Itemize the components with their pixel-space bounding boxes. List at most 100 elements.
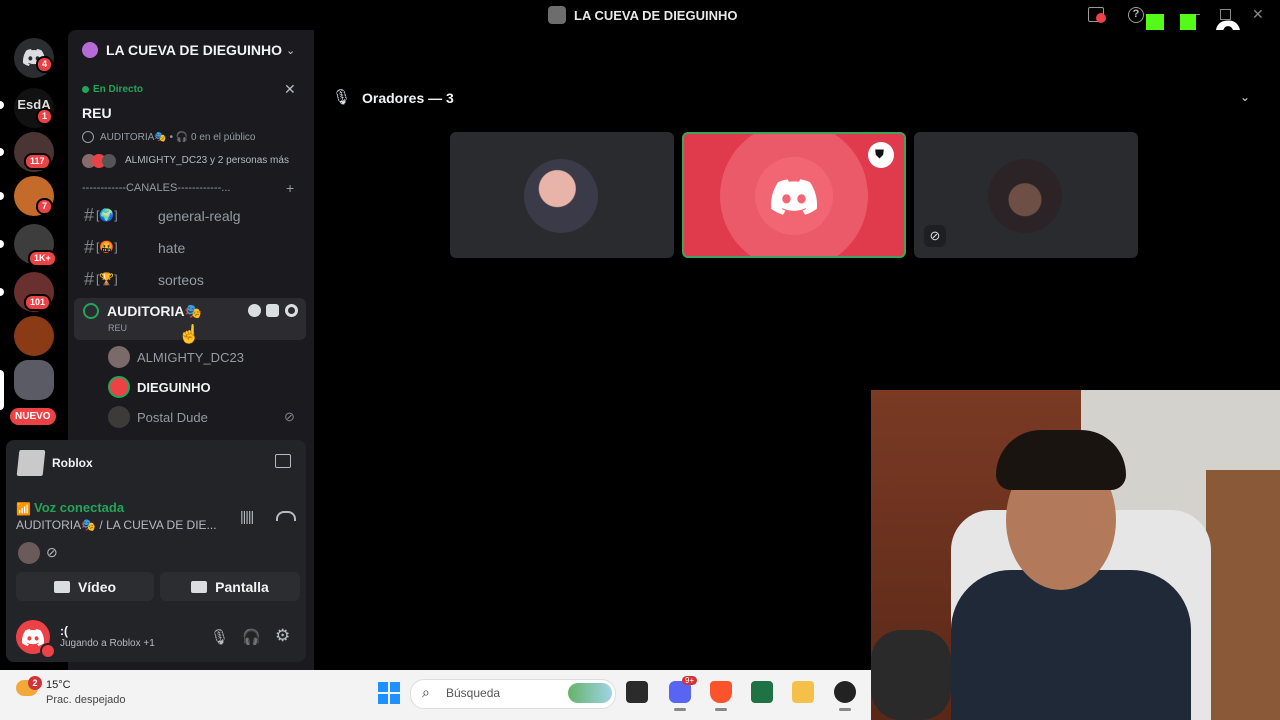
channel-emoji: [🌍]: [96, 208, 118, 222]
search-placeholder: Búsqueda: [446, 686, 501, 700]
speakers-header: Oradores — 3: [362, 90, 454, 106]
screen-share-button[interactable]: Pantalla: [160, 572, 300, 601]
member-name: DIEGUINHO: [137, 380, 211, 395]
live-label: En Directo: [93, 84, 144, 95]
channel-hate[interactable]: # [🤬] hate: [74, 234, 308, 262]
active-app-indicator: [715, 708, 727, 711]
channel-emoji: [🤬]: [96, 240, 118, 254]
server-badge: 101: [24, 294, 52, 311]
home-badge: 4: [36, 56, 54, 73]
brave-browser-icon[interactable]: [710, 681, 732, 703]
chevron-down-icon[interactable]: ⌄: [1240, 90, 1250, 104]
stage-user-avatars: [82, 154, 118, 168]
weather-temp[interactable]: 15°C: [46, 679, 71, 691]
channel-sorteos[interactable]: # [🏆] sorteos: [74, 266, 308, 294]
excel-icon[interactable]: [751, 681, 773, 703]
window-title-text: LA CUEVA DE DIEGUINHO: [574, 7, 738, 23]
stage-users-text: ALMIGHTY_DC23 y 2 personas más: [125, 155, 289, 166]
server-header[interactable]: LA CUEVA DE DIEGUINHO: [82, 42, 282, 58]
task-view-icon[interactable]: [626, 681, 648, 703]
server-badge: 117: [24, 153, 51, 170]
channel-name: general-realg: [158, 208, 241, 224]
chat-bubble-icon[interactable]: [248, 304, 261, 317]
signal-icon: 📶: [16, 502, 31, 516]
voice-connected-status[interactable]: Voz conectada: [34, 500, 124, 515]
chevron-down-icon[interactable]: ⌄: [286, 44, 295, 57]
avatar: [988, 159, 1062, 233]
category-label[interactable]: ------------CANALES------------...: [82, 182, 230, 194]
active-app-indicator: [839, 708, 851, 711]
user-activity: Jugando a Roblox +1: [60, 638, 155, 649]
close-icon[interactable]: ✕: [284, 81, 296, 98]
noise-suppression-icon[interactable]: |||||: [240, 508, 254, 524]
active-channel-name: AUDITORIA🎭: [107, 303, 202, 319]
server-icon-selected[interactable]: [14, 360, 54, 400]
weather-badge: 2: [28, 676, 42, 690]
mouse-cursor-icon: ☝: [178, 324, 201, 344]
avatar: [18, 542, 40, 564]
video-button[interactable]: Vídeo: [16, 572, 154, 601]
window-title: LA CUEVA DE DIEGUINHO: [548, 6, 737, 24]
screen-label: Pantalla: [215, 578, 269, 595]
invite-member-icon[interactable]: [266, 304, 279, 317]
avatar: [108, 346, 130, 368]
hash-icon: #: [84, 237, 95, 257]
gear-icon[interactable]: [285, 304, 298, 317]
webcam-feed: [871, 390, 1280, 720]
stage-channel-icon: [83, 303, 99, 319]
channel-general-realg[interactable]: # [🌍] general-realg: [74, 202, 308, 230]
active-channel-topic: REU: [108, 323, 128, 333]
obs-icon[interactable]: [834, 681, 856, 703]
close-window-button[interactable]: ✕: [1252, 6, 1264, 23]
file-explorer-icon[interactable]: [792, 681, 814, 703]
video-label: Vídeo: [77, 578, 117, 595]
active-app-indicator: [674, 708, 686, 711]
help-icon[interactable]: ?: [1128, 7, 1144, 23]
voice-channel-link[interactable]: AUDITORIA🎭 / LA CUEVA DE DIE...: [16, 518, 217, 532]
search-icon: ⌕: [422, 684, 430, 700]
muted-mic-icon: ⊘: [46, 544, 58, 560]
discord-app-badge: 9+: [682, 676, 698, 685]
hash-icon: #: [84, 205, 95, 225]
server-boost-icon: [82, 42, 98, 58]
channel-name: sorteos: [158, 272, 204, 288]
search-highlight-image: [568, 683, 612, 703]
roblox-logo-icon: [16, 450, 46, 476]
server-avatar-icon: [548, 6, 566, 24]
member-name: ALMIGHTY_DC23: [137, 350, 244, 365]
activity-game-name: Roblox: [52, 456, 93, 470]
speaker-tile[interactable]: [914, 132, 1138, 258]
avatar: [524, 159, 598, 233]
hash-icon: #: [84, 269, 95, 289]
member-name: Postal Dude: [137, 410, 208, 425]
screen-icon: [191, 580, 208, 593]
speaker-tile[interactable]: [450, 132, 674, 258]
server-badge: 1K+: [28, 250, 57, 267]
discord-logo-icon: [22, 629, 44, 646]
live-indicator-icon: [82, 86, 89, 93]
discord-logo-icon: [771, 179, 817, 215]
server-name: LA CUEVA DE DIEGUINHO: [106, 42, 283, 58]
avatar: [108, 406, 130, 428]
add-channel-icon[interactable]: +: [286, 180, 294, 196]
start-button[interactable]: [378, 682, 400, 704]
channel-emoji: [🏆]: [96, 272, 118, 286]
stage-topic: REU: [82, 105, 112, 121]
moderator-shield-icon: ⛊: [868, 142, 894, 168]
new-badge: NUEVO: [10, 408, 56, 425]
server-icon[interactable]: [14, 316, 54, 356]
gear-icon[interactable]: ⚙: [275, 626, 290, 646]
muted-mic-icon: ⊘: [924, 225, 946, 247]
username: :(: [60, 624, 68, 638]
avatar: [108, 376, 130, 398]
inbox-notification-dot: [1096, 13, 1106, 23]
weather-condition[interactable]: Prac. despejado: [46, 694, 126, 706]
status-dnd-icon: [40, 643, 56, 659]
stream-game-icon[interactable]: [275, 454, 291, 468]
server-selected-pill: [0, 370, 4, 410]
stage-icon: [82, 131, 94, 143]
headphones-icon[interactable]: 🎧: [242, 628, 261, 646]
microphone-icon[interactable]: 🎙: [210, 628, 229, 646]
disconnect-icon[interactable]: [276, 511, 296, 521]
muted-mic-icon: ⊘: [284, 409, 295, 424]
